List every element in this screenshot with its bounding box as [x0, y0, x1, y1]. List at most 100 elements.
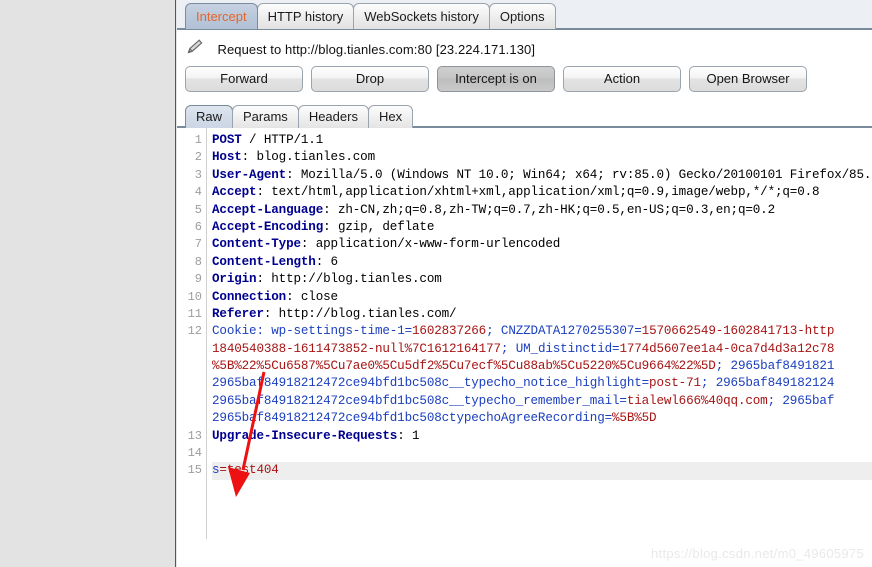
code-line[interactable]: 2965baf84918212472ce94bfd1bc508c__typech… [212, 393, 872, 410]
code-span: POST [212, 133, 242, 147]
code-span: %5B%5D [612, 411, 657, 426]
code-span: 2965baf84918212472ce94bfd1bc508ctypechoA… [212, 411, 613, 426]
tab-websockets-history[interactable]: WebSockets history [353, 3, 490, 29]
subtab-params[interactable]: Params [232, 105, 299, 128]
request-text[interactable]: POST / HTTP/1.1 Host: blog.tianles.com Use… [207, 128, 872, 539]
line-number-gutter: 1 2 3 4 5 6 7 8 9 10 11 12 13 14 15 [177, 128, 207, 539]
code-span: Accept-Encoding [212, 219, 324, 234]
code-span: : 1 [397, 428, 420, 443]
code-span: 1602837266 [412, 324, 487, 339]
code-span: Host [212, 150, 242, 165]
left-blank-panel [0, 0, 176, 567]
code-line[interactable]: Referer: http://blog.tianles.com/ [212, 306, 872, 323]
line-number: 1 [194, 133, 202, 147]
code-span: : http://blog.tianles.com [256, 272, 442, 287]
subtab-headers[interactable]: Headers [297, 105, 369, 128]
watermark-text: https://blog.csdn.net/m0_49605975 [651, 546, 864, 561]
code-span: Connection [212, 289, 287, 304]
code-line[interactable]: Connection: close [212, 289, 872, 306]
code-line[interactable]: 2965baf84918212472ce94bfd1bc508c__typech… [212, 375, 872, 392]
code-line[interactable]: 1840540388-1611473852-null%7C1612164177;… [212, 341, 872, 358]
subtab-raw[interactable]: Raw [185, 105, 234, 128]
code-span: ; 2965baf8491821 [715, 359, 835, 374]
proxy-tabbar: Intercept HTTP history WebSockets history O… [177, 0, 872, 30]
tab-options[interactable]: Options [488, 3, 556, 29]
code-span: ; UM_distinctid= [500, 341, 620, 356]
code-line[interactable]: POST / HTTP/1.1 [212, 132, 872, 149]
code-span: Accept [212, 185, 257, 200]
code-span: 2965baf84918212472ce94bfd1bc508c__typech… [212, 393, 627, 408]
line-number: 15 [187, 463, 202, 478]
request-target-text: Request to http://blog.tianles.com:80 [2… [217, 42, 536, 57]
code-line[interactable]: 2965baf84918212472ce94bfd1bc508ctypechoA… [212, 410, 872, 427]
burp-proxy-panel: Intercept HTTP history WebSockets history O… [177, 0, 872, 567]
line-number: 13 [187, 428, 202, 443]
code-span: 1774d5607ee1a4-0ca7d4d3a12c78 [619, 341, 835, 356]
code-line[interactable]: Cookie: wp-settings-time-1=1602837266; C… [212, 323, 872, 340]
code-span: Content-Length [212, 254, 316, 269]
line-number: 14 [187, 446, 202, 461]
code-line[interactable]: Host: blog.tianles.com [212, 149, 872, 166]
raw-request-editor[interactable]: 1 2 3 4 5 6 7 8 9 10 11 12 13 14 15 POST / HTTP/1.1 Hos… [177, 128, 872, 539]
pencil-icon [185, 38, 205, 61]
code-span: : Mozilla/5.0 (Windows NT 10.0; Win64; x… [286, 167, 872, 182]
code-span: tialewl666%40qq.com [626, 393, 768, 408]
tab-intercept[interactable]: Intercept [185, 3, 258, 29]
code-span: 1570662549-1602841713-http [641, 324, 835, 339]
request-info-bar: Request to http://blog.tianles.com:80 [2… [177, 30, 872, 64]
code-line[interactable] [212, 445, 872, 462]
code-span: : gzip, deflate [323, 219, 435, 234]
code-line[interactable]: Accept-Language: zh-CN,zh;q=0.8,zh-TW;q=… [212, 202, 872, 219]
code-line[interactable]: %5B%22%5Cu6587%5Cu7ae0%5Cu5df2%5Cu7ecf%5… [212, 358, 872, 375]
code-span: Origin [212, 272, 257, 287]
line-number: 11 [187, 306, 202, 321]
tab-http-history[interactable]: HTTP history [256, 3, 355, 29]
code-span: post-71 [649, 376, 701, 391]
subtab-hex[interactable]: Hex [367, 105, 414, 128]
code-line[interactable]: Origin: http://blog.tianles.com [212, 271, 872, 288]
code-line[interactable]: Accept-Encoding: gzip, deflate [212, 219, 872, 236]
code-span: Content-Type [212, 237, 301, 252]
code-line[interactable]: User-Agent: Mozilla/5.0 (Windows NT 10.0… [212, 167, 872, 184]
code-span: Referer [212, 306, 264, 321]
open-browser-button[interactable]: Open Browser [689, 66, 807, 92]
line-number: 8 [194, 254, 202, 269]
code-span: ; 2965baf849182124 [700, 376, 835, 391]
code-span: %5B%22%5Cu6587%5Cu7ae0%5Cu5df2%5Cu7ecf%5… [212, 359, 716, 374]
code-span: : 6 [315, 254, 338, 269]
intercept-is-on-button[interactable]: Intercept is on [437, 66, 555, 92]
code-line[interactable]: Content-Type: application/x-www-form-url… [212, 236, 872, 253]
line-number-empty [177, 515, 206, 532]
code-span: Accept-Language [212, 202, 324, 217]
code-span: ; 2965baf [767, 393, 835, 408]
message-view-tabbar: Raw Params Headers Hex [177, 102, 872, 128]
code-span: : text/html,application/xhtml+xml,applic… [256, 185, 820, 200]
code-span: : wp-settings-time-1= [256, 324, 413, 339]
code-line[interactable]: Content-Length: 6 [212, 254, 872, 271]
code-line[interactable]: Upgrade-Insecure-Requests: 1 [212, 428, 872, 445]
line-number: 3 [194, 167, 202, 182]
forward-button[interactable]: Forward [185, 66, 303, 92]
line-number-empty [177, 497, 206, 514]
code-line[interactable]: s=test404 [212, 462, 872, 480]
action-button[interactable]: Action [563, 66, 681, 92]
code-span: : blog.tianles.com [241, 150, 375, 165]
screen: Intercept HTTP history WebSockets history O… [0, 0, 872, 567]
line-number [177, 358, 206, 375]
line-number: 7 [194, 237, 202, 252]
code-line[interactable]: Accept: text/html,application/xhtml+xml,… [212, 184, 872, 201]
drop-button[interactable]: Drop [311, 66, 429, 92]
action-button-row: Forward Drop Intercept is on Action Open Bro… [177, 64, 872, 102]
code-span: 2965baf84918212472ce94bfd1bc508c__typech… [212, 376, 650, 391]
code-span: : close [286, 289, 338, 304]
line-number: 6 [194, 219, 202, 234]
line-number-empty [177, 480, 206, 497]
line-number [177, 341, 206, 358]
code-span: / HTTP/1.1 [241, 133, 324, 147]
code-span: =test404 [219, 463, 279, 478]
line-number: 10 [187, 289, 202, 304]
line-number [177, 393, 206, 410]
code-span: User-Agent [212, 167, 287, 182]
line-number: 4 [194, 185, 202, 200]
line-number-empty [177, 532, 206, 539]
